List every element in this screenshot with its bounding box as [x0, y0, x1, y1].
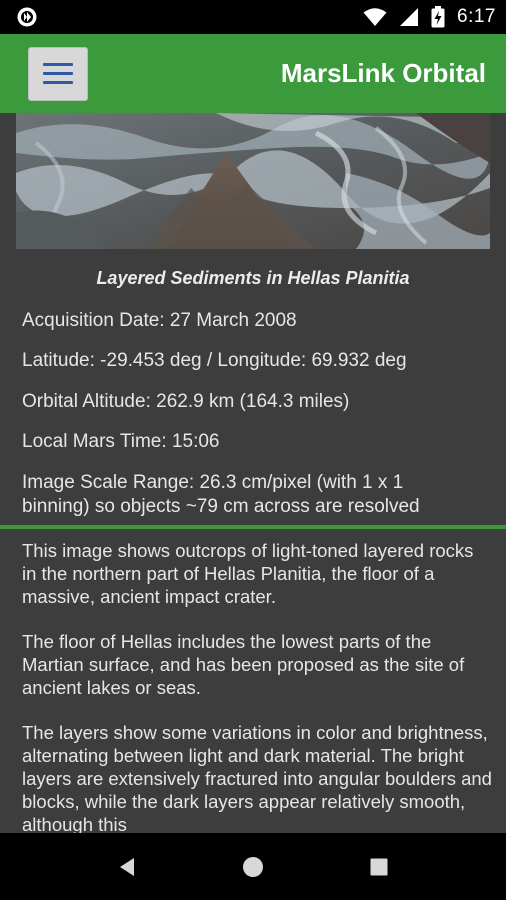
acquisition-date: Acquisition Date: 27 March 2008 — [22, 310, 297, 331]
hamburger-menu-icon — [43, 63, 73, 66]
coordinates: Latitude: -29.453 deg / Longitude: 69.93… — [22, 350, 407, 371]
description-paragraph-3: The layers show some variations in color… — [22, 722, 492, 833]
status-time: 6:17 — [457, 6, 496, 27]
image-scale-line-1: Image Scale Range: 26.3 cm/pixel (with 1… — [22, 472, 404, 493]
description-paragraph-2: The floor of Hellas includes the lowest … — [22, 631, 465, 698]
image-description: This image shows outcrops of light-toned… — [22, 539, 492, 833]
status-bar: 6:17 — [0, 0, 506, 34]
home-button[interactable] — [190, 856, 316, 878]
section-divider — [0, 525, 506, 529]
recents-square-icon — [370, 858, 388, 875]
signal-icon — [399, 7, 419, 27]
local-mars-time: Local Mars Time: 15:06 — [22, 431, 220, 452]
back-triangle-icon — [120, 857, 134, 876]
battery-charging-icon — [431, 6, 445, 28]
mars-surface-image — [16, 113, 490, 249]
menu-button[interactable] — [28, 46, 88, 101]
system-nav-bar — [0, 833, 506, 900]
back-button[interactable] — [64, 857, 190, 877]
recents-button[interactable] — [316, 858, 442, 876]
image-scale-range: Image Scale Range: 26.3 cm/pixel (with 1… — [22, 471, 492, 519]
home-circle-icon — [243, 856, 263, 877]
content-scroll-area[interactable]: Layered Sediments in Hellas Planitia Acq… — [0, 113, 506, 833]
wifi-icon — [363, 7, 387, 27]
orbital-altitude: Orbital Altitude: 262.9 km (164.3 miles) — [22, 391, 350, 412]
description-paragraph-1: This image shows outcrops of light-toned… — [22, 540, 474, 607]
app-bar: MarsLink Orbital — [0, 34, 506, 113]
image-scale-line-2: binning) so objects ~79 cm across are re… — [22, 496, 420, 517]
image-caption: Layered Sediments in Hellas Planitia — [96, 268, 410, 288]
app-title: MarsLink Orbital — [280, 58, 486, 88]
vpn-icon — [16, 6, 38, 28]
